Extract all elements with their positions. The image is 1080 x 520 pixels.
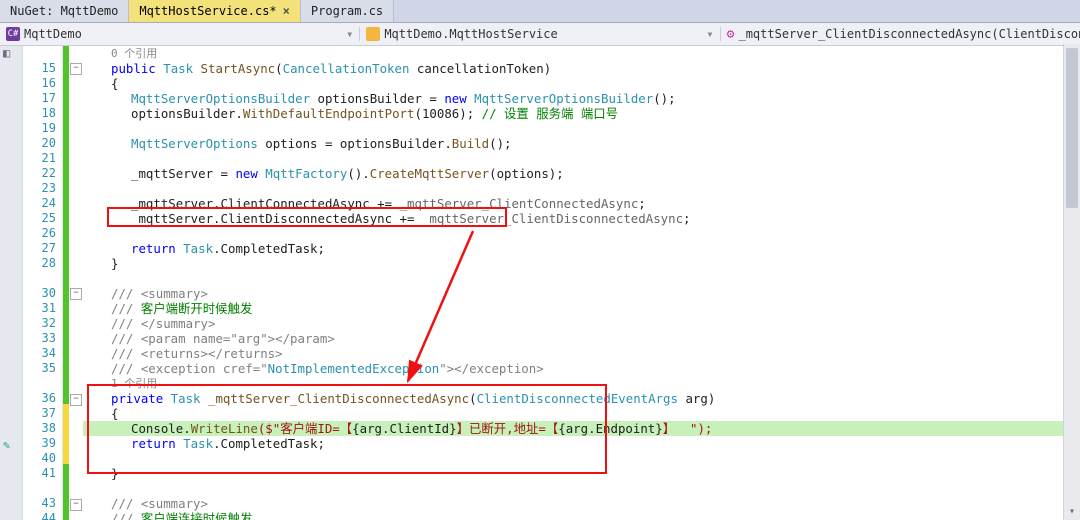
line-number: 41 [23, 466, 56, 481]
line-number: 37 [23, 406, 56, 421]
navigation-bar: C# MqttDemo ▾ MqttDemo.MqttHostService ▾… [0, 23, 1080, 46]
code-line[interactable]: } [83, 256, 1080, 271]
code-line[interactable]: /// 客户端连接时候触发 [83, 511, 1080, 520]
code-line-current[interactable]: Console.WriteLine($"客户端ID=【{arg.ClientId… [83, 421, 1080, 436]
edit-icon: ✎ [3, 438, 10, 452]
scope-project-dropdown[interactable]: C# MqttDemo ▾ [0, 27, 359, 41]
code-surface[interactable]: 0 个引用 public Task StartAsync(Cancellatio… [83, 46, 1080, 520]
code-line[interactable]: MqttServerOptionsBuilder optionsBuilder … [83, 91, 1080, 106]
code-line[interactable]: return Task.CompletedTask; [83, 436, 1080, 451]
code-line[interactable]: /// <summary> [83, 286, 1080, 301]
fold-toggle[interactable]: − [70, 499, 82, 511]
line-number: 30 [23, 286, 56, 301]
scroll-thumb[interactable] [1066, 48, 1078, 208]
line-number: 31 [23, 301, 56, 316]
code-line[interactable]: /// </summary> [83, 316, 1080, 331]
code-line[interactable]: /// 客户端断开时候触发 [83, 301, 1080, 316]
line-number: 24 [23, 196, 56, 211]
code-line[interactable]: MqttServerOptions options = optionsBuild… [83, 136, 1080, 151]
line-number: 26 [23, 226, 56, 241]
vertical-scrollbar[interactable]: ▴ ▾ [1063, 44, 1080, 520]
line-number: 25 [23, 211, 56, 226]
code-line[interactable]: optionsBuilder.WithDefaultEndpointPort(1… [83, 106, 1080, 121]
tab-program[interactable]: Program.cs [301, 0, 394, 22]
indicator-margin[interactable]: ◧ ✎ [0, 46, 23, 520]
method-icon: ⚙ [727, 27, 735, 41]
line-number: 34 [23, 346, 56, 361]
scope-class-dropdown[interactable]: MqttDemo.MqttHostService ▾ [359, 27, 719, 41]
line-number: 17 [23, 91, 56, 106]
fold-toggle[interactable]: − [70, 63, 82, 75]
code-line[interactable]: /// <exception cref="NotImplementedExcep… [83, 361, 1080, 376]
line-number: 43 [23, 496, 56, 511]
close-icon[interactable]: × [283, 4, 290, 18]
line-number: 28 [23, 256, 56, 271]
code-line[interactable]: /// <returns></returns> [83, 346, 1080, 361]
line-number: 39 [23, 436, 56, 451]
line-number: 35 [23, 361, 56, 376]
line-numbers: 1516171819202122232425262728 303132333435… [23, 46, 63, 520]
tab-nuget[interactable]: NuGet: MqttDemo [0, 0, 129, 22]
line-number [23, 376, 56, 391]
line-number: 40 [23, 451, 56, 466]
code-line[interactable]: private Task _mqttServer_ClientDisconnec… [83, 391, 1080, 406]
ide-root: NuGet: MqttDemo MqttHostService.cs* × Pr… [0, 0, 1080, 520]
line-number: 44 [23, 511, 56, 520]
code-line[interactable]: _mqttServer.ClientDisconnectedAsync += _… [83, 211, 1080, 226]
document-tabs: NuGet: MqttDemo MqttHostService.cs* × Pr… [0, 0, 1080, 23]
line-number: 20 [23, 136, 56, 151]
editor-area: ◧ ✎ 1516171819202122232425262728 30313233… [0, 46, 1080, 520]
code-line[interactable]: /// <summary> [83, 496, 1080, 511]
line-number: 21 [23, 151, 56, 166]
line-number: 19 [23, 121, 56, 136]
fold-toggle[interactable]: − [70, 394, 82, 406]
line-number [23, 271, 56, 286]
line-number: 32 [23, 316, 56, 331]
line-number: 27 [23, 241, 56, 256]
chevron-down-icon: ▾ [706, 27, 713, 41]
chevron-down-icon: ▾ [346, 27, 353, 41]
code-line[interactable]: public Task StartAsync(CancellationToken… [83, 61, 1080, 76]
line-number: 38 [23, 421, 56, 436]
line-number: 33 [23, 331, 56, 346]
tab-mqtthostservice[interactable]: MqttHostService.cs* × [129, 0, 301, 22]
line-number [23, 46, 56, 61]
codelens-references[interactable]: 0 个引用 [83, 46, 1080, 61]
outlining-margin[interactable]: − − − − [69, 46, 83, 520]
class-icon [366, 27, 380, 41]
line-number [23, 481, 56, 496]
bookmark-icon[interactable]: ◧ [3, 46, 10, 60]
code-line[interactable]: /// <param name="arg"></param> [83, 331, 1080, 346]
code-line[interactable]: _mqttServer = new MqttFactory().CreateMq… [83, 166, 1080, 181]
scope-member-dropdown[interactable]: ⚙ _mqttServer_ClientDisconnectedAsync(Cl… [720, 27, 1080, 41]
code-line[interactable]: { [83, 406, 1080, 421]
codelens-references[interactable]: 1 个引用 [83, 376, 1080, 391]
code-line[interactable]: { [83, 76, 1080, 91]
code-line[interactable]: _mqttServer.ClientConnectedAsync += _mqt… [83, 196, 1080, 211]
line-number: 15 [23, 61, 56, 76]
csharp-project-icon: C# [6, 27, 20, 41]
line-number: 23 [23, 181, 56, 196]
code-line[interactable]: } [83, 466, 1080, 481]
line-number: 16 [23, 76, 56, 91]
scroll-down-button[interactable]: ▾ [1064, 506, 1080, 520]
fold-toggle[interactable]: − [70, 288, 82, 300]
line-number: 36 [23, 391, 56, 406]
line-number: 18 [23, 106, 56, 121]
code-line[interactable]: return Task.CompletedTask; [83, 241, 1080, 256]
line-number: 22 [23, 166, 56, 181]
